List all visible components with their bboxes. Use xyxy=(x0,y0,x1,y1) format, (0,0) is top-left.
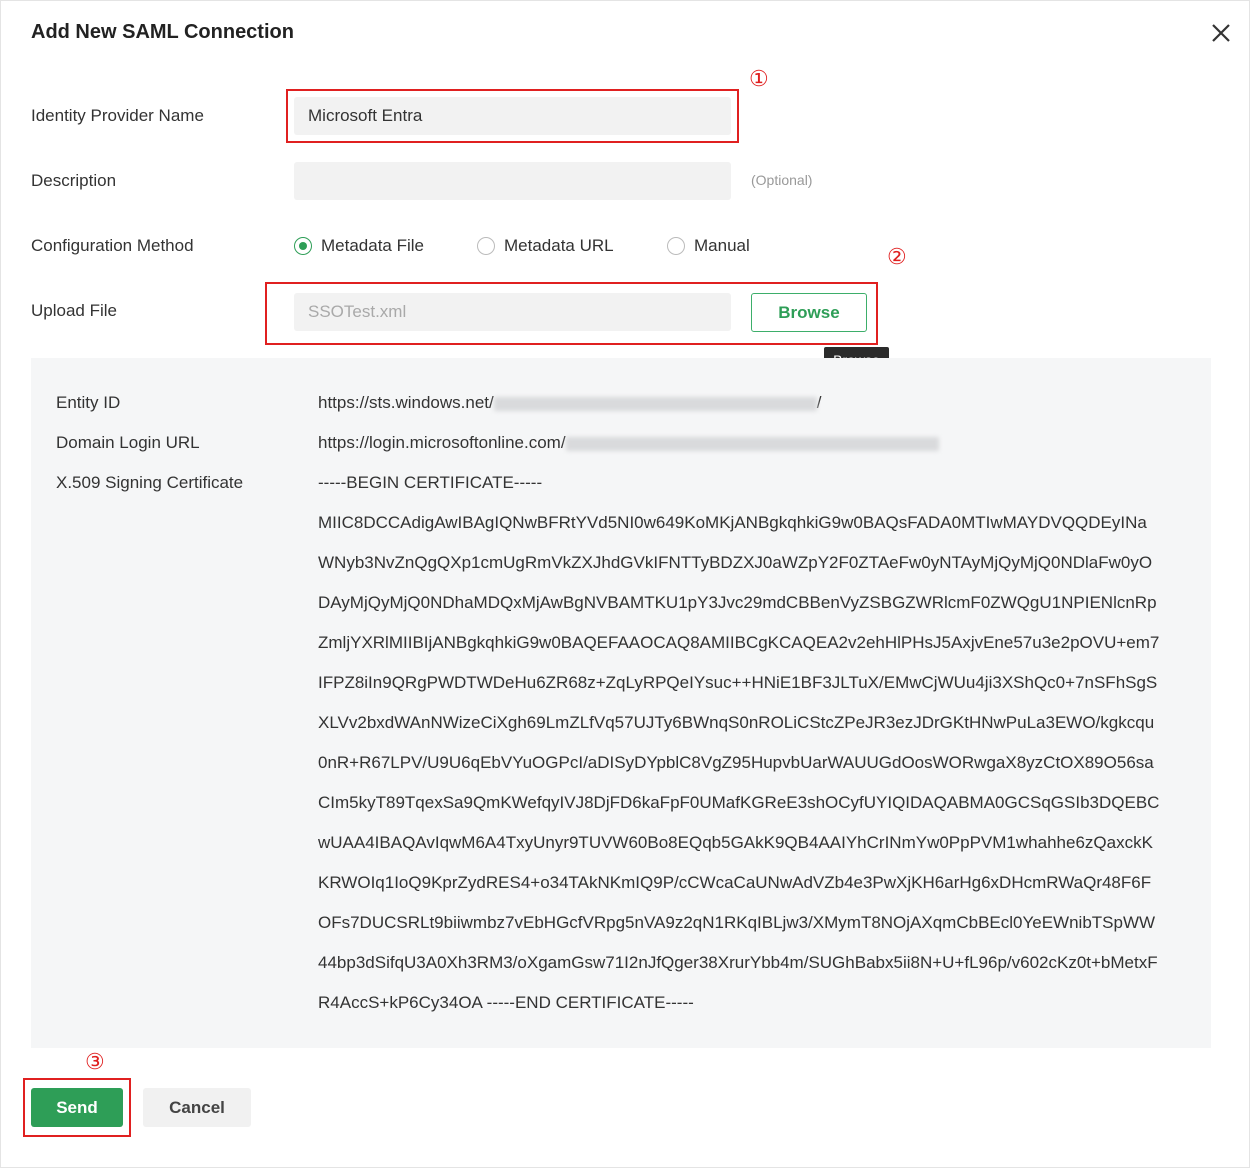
entity-id-label: Entity ID xyxy=(56,393,121,412)
cert-line: 0nR+R67LPV/U9U6qEbVYuOGPcI/aDISyDYpblC8V… xyxy=(318,753,1154,772)
cert-line: XLVv2bxdWAnNWizeCiXgh69LmZLfVq57UJTy6BWn… xyxy=(318,713,1155,732)
radio-metadata-url[interactable]: Metadata URL xyxy=(477,236,614,256)
cert-line: DAyMjQyMjQ0NDhaMDQxMjAwBgNVBAMTKU1pY3Jvc… xyxy=(318,593,1157,612)
radio-label: Manual xyxy=(694,236,750,255)
optional-hint: (Optional) xyxy=(751,172,813,188)
radio-manual[interactable]: Manual xyxy=(667,236,750,256)
cert-line: WNyb3NvZnQgQXp1cmUgRmVkZXJhdGVkIFNTTyBDZ… xyxy=(318,553,1153,572)
cert-line: MIIC8DCCAdigAwIBAgIQNwBFRtYVd5NI0w649KoM… xyxy=(318,513,1147,532)
cert-line: OFs7DUCSRLt9biiwmbz7vEbHGcfVRpg5nVA9z2qN… xyxy=(318,913,1156,932)
cert-line: R4AccS+kP6Cy34OA -----END CERTIFICATE---… xyxy=(318,993,694,1012)
redacted-login-path xyxy=(565,436,939,451)
cert-line: ZmljYXRlMIIBIjANBgkqhkiG9w0BAQEFAAOCAQ8A… xyxy=(318,633,1160,652)
radio-unselected-icon xyxy=(477,237,495,255)
entity-id-value: https://sts.windows.net/ / xyxy=(318,393,821,413)
cancel-button[interactable]: Cancel xyxy=(143,1088,251,1127)
dialog-title: Add New SAML Connection xyxy=(31,21,294,43)
saml-connection-dialog: Add New SAML Connection Identity Provide… xyxy=(0,0,1250,1168)
login-url-prefix: https://login.microsoftonline.com/ xyxy=(318,433,566,452)
upload-file-label: Upload File xyxy=(31,301,117,320)
cert-line: IFPZ8iIn9QRgPWDTWDeHu6ZR68z+ZqLyRPQeIYsu… xyxy=(318,673,1158,692)
annotation-marker-1: ① xyxy=(749,66,769,91)
radio-metadata-file[interactable]: Metadata File xyxy=(294,236,424,256)
radio-unselected-icon xyxy=(667,237,685,255)
cert-label: X.509 Signing Certificate xyxy=(56,473,244,492)
login-url-label: Domain Login URL xyxy=(56,433,200,452)
entity-id-prefix: https://sts.windows.net/ xyxy=(318,393,494,412)
cert-line: wUAA4IBAQAvIqwM6A4TxyUnyr9TUVW60Bo8EQqb5… xyxy=(318,833,1153,852)
config-method-label: Configuration Method xyxy=(31,236,194,255)
close-icon[interactable] xyxy=(1209,21,1233,45)
annotation-marker-3: ③ xyxy=(85,1049,105,1074)
description-input[interactable] xyxy=(294,162,731,200)
annotation-box-2 xyxy=(265,282,878,345)
entity-id-suffix: / xyxy=(816,393,822,412)
radio-label: Metadata File xyxy=(321,236,424,255)
annotation-box-1 xyxy=(286,89,739,143)
login-url-value: https://login.microsoftonline.com/ xyxy=(318,433,939,453)
cert-line: 44bp3dSifqU3A0Xh3RM3/oXgamGsw71I2nJfQger… xyxy=(318,953,1158,972)
metadata-panel xyxy=(31,358,1211,1048)
description-label: Description xyxy=(31,171,117,190)
radio-label: Metadata URL xyxy=(504,236,614,255)
redacted-tenant-id xyxy=(493,396,817,411)
idp-name-label: Identity Provider Name xyxy=(31,106,204,125)
radio-selected-icon xyxy=(294,237,312,255)
annotation-marker-2: ② xyxy=(887,244,907,269)
cert-line: -----BEGIN CERTIFICATE----- xyxy=(318,473,543,492)
cert-line: CIm5kyT89TqexSa9QmKWefqyIVJ8DjFD6kaFpF0U… xyxy=(318,793,1160,812)
cert-line: KRWOIq1IoQ9KprZydRES4+o34TAkNKmIQ9P/cCWc… xyxy=(318,873,1152,892)
annotation-box-3 xyxy=(23,1078,131,1137)
